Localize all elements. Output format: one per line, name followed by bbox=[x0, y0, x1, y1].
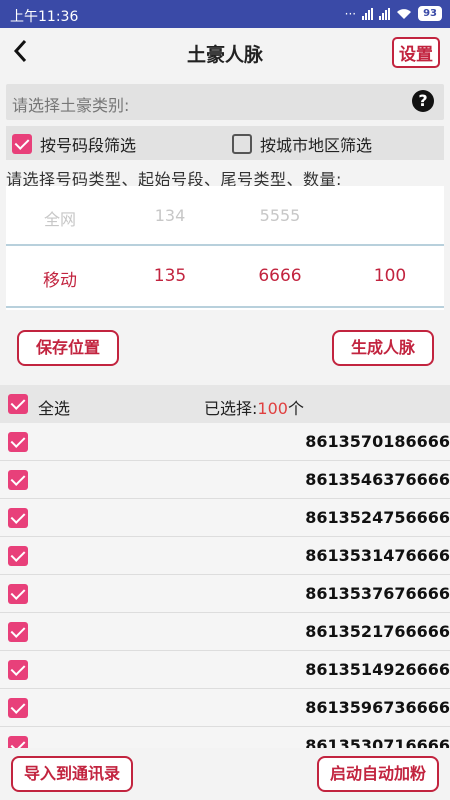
list-item[interactable]: 8613524756666 bbox=[0, 499, 450, 537]
settings-button[interactable]: 设置 bbox=[392, 37, 440, 68]
filter-by-number[interactable]: 按号码段筛选 bbox=[12, 132, 136, 156]
number-picker[interactable]: 全网 134 5555 移动 135 6666 100 bbox=[6, 186, 444, 310]
select-all-checkbox-icon[interactable] bbox=[8, 394, 28, 414]
list-item[interactable]: 8613537676666 bbox=[0, 575, 450, 613]
picker-prefix-selected[interactable]: 135 bbox=[130, 266, 210, 286]
phone-number: 8613537676666 bbox=[305, 584, 450, 603]
picker-row-selected: 移动 135 6666 100 bbox=[6, 256, 444, 296]
picker-row-above: 全网 134 5555 bbox=[6, 196, 444, 236]
checkbox-checked-icon[interactable] bbox=[8, 622, 28, 642]
picker-divider-top bbox=[6, 244, 444, 246]
wifi-icon bbox=[397, 8, 412, 19]
filter-by-number-label: 按号码段筛选 bbox=[40, 136, 137, 155]
checkbox-unchecked-icon[interactable] bbox=[232, 134, 252, 154]
status-time: 上午11:36 bbox=[10, 9, 79, 25]
import-contacts-button[interactable]: 导入到通讯录 bbox=[11, 756, 133, 792]
checkbox-checked-icon[interactable] bbox=[8, 546, 28, 566]
list-item[interactable]: 8613514926666 bbox=[0, 651, 450, 689]
phone-number: 8613546376666 bbox=[305, 470, 450, 489]
number-list[interactable]: 8613570186666 8613546376666 861352475666… bbox=[0, 423, 450, 748]
checkbox-checked-icon[interactable] bbox=[8, 660, 28, 680]
signal-icon bbox=[362, 7, 374, 20]
notification-dots-icon: ··· bbox=[344, 6, 357, 21]
battery-icon: 93 bbox=[418, 6, 442, 21]
auto-add-fans-button[interactable]: 启动自动加粉 bbox=[317, 756, 439, 792]
category-placeholder: 请选择土豪类别: bbox=[12, 96, 130, 115]
picker-type-above[interactable]: 全网 bbox=[20, 206, 100, 230]
category-select[interactable]: 请选择土豪类别: ? bbox=[6, 84, 444, 120]
list-item[interactable]: 8613546376666 bbox=[0, 461, 450, 499]
checkbox-checked-icon[interactable] bbox=[8, 508, 28, 528]
checkbox-checked-icon[interactable] bbox=[12, 134, 32, 154]
checkbox-checked-icon[interactable] bbox=[8, 698, 28, 718]
selected-count: 已选择:100个 bbox=[204, 395, 304, 419]
help-icon[interactable]: ? bbox=[412, 90, 434, 112]
page-title: 土豪人脉 bbox=[186, 44, 263, 66]
phone-number: 8613514926666 bbox=[305, 660, 450, 679]
phone-number: 8613570186666 bbox=[305, 432, 450, 451]
phone-number: 8613596736666 bbox=[305, 698, 450, 717]
selected-count-suffix: 个 bbox=[287, 399, 304, 418]
list-item[interactable]: 8613530716666 bbox=[0, 727, 450, 748]
list-header: 全选 已选择:100个 bbox=[0, 385, 450, 423]
picker-suffix-above[interactable]: 5555 bbox=[240, 206, 320, 225]
selected-count-number: 100 bbox=[257, 399, 288, 418]
phone-number: 8613524756666 bbox=[305, 508, 450, 527]
checkbox-checked-icon[interactable] bbox=[8, 584, 28, 604]
status-bar: 上午11:36 ··· 93 bbox=[0, 0, 450, 28]
filter-by-city-label: 按城市地区筛选 bbox=[260, 136, 373, 155]
signal-icon-2 bbox=[379, 7, 391, 20]
status-icons: ··· 93 bbox=[345, 6, 442, 21]
picker-divider-bottom bbox=[6, 306, 444, 308]
picker-qty-selected[interactable]: 100 bbox=[350, 266, 430, 286]
list-item[interactable]: 8613596736666 bbox=[0, 689, 450, 727]
checkbox-checked-icon[interactable] bbox=[8, 470, 28, 490]
list-item[interactable]: 8613531476666 bbox=[0, 537, 450, 575]
phone-number: 8613521766666 bbox=[305, 622, 450, 641]
filter-by-city[interactable]: 按城市地区筛选 bbox=[232, 132, 372, 156]
checkbox-checked-icon[interactable] bbox=[8, 736, 28, 748]
phone-number: 8613531476666 bbox=[305, 546, 450, 565]
list-item[interactable]: 8613570186666 bbox=[0, 423, 450, 461]
picker-prefix-above[interactable]: 134 bbox=[130, 206, 210, 225]
checkbox-checked-icon[interactable] bbox=[8, 432, 28, 452]
list-item[interactable]: 8613521766666 bbox=[0, 613, 450, 651]
picker-suffix-selected[interactable]: 6666 bbox=[240, 266, 320, 286]
selected-count-prefix: 已选择: bbox=[204, 399, 258, 418]
generate-contacts-button[interactable]: 生成人脉 bbox=[332, 330, 434, 366]
phone-number: 8613530716666 bbox=[305, 736, 450, 748]
select-all-label[interactable]: 全选 bbox=[38, 395, 70, 419]
filter-row: 按号码段筛选 按城市地区筛选 bbox=[6, 126, 444, 160]
picker-type-selected[interactable]: 移动 bbox=[20, 266, 100, 291]
title-bar: 土豪人脉 设置 bbox=[0, 28, 450, 74]
save-position-button[interactable]: 保存位置 bbox=[17, 330, 119, 366]
